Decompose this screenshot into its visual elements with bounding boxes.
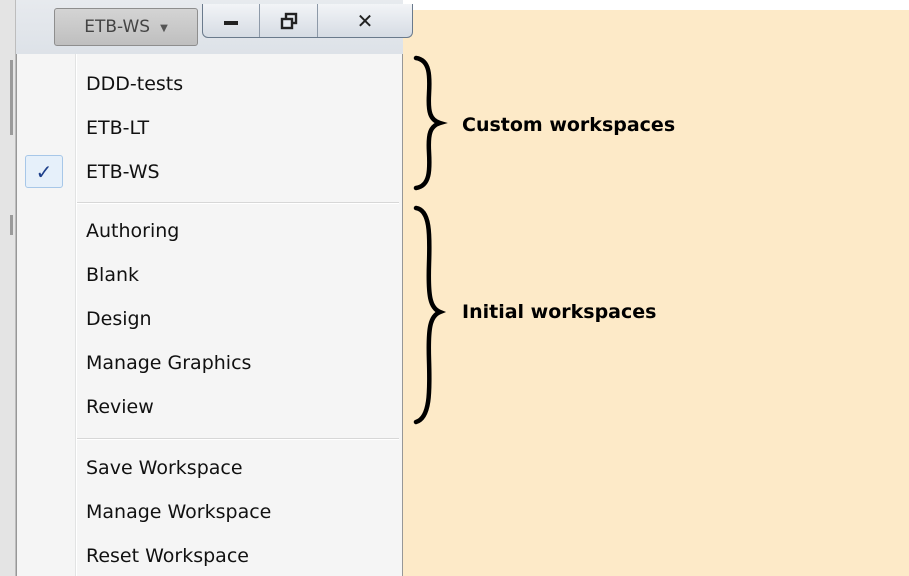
menu-item-etb-lt[interactable]: ETB-LT: [19, 108, 400, 148]
menu-item-label: ETB-WS: [86, 161, 160, 183]
menu-item-reset-workspace[interactable]: Reset Workspace: [19, 536, 400, 576]
menu-item-label: Authoring: [86, 220, 180, 242]
menu-item-etb-ws[interactable]: ✓ ETB-WS: [19, 152, 400, 192]
minimize-icon: [224, 20, 239, 25]
restore-icon: [280, 12, 297, 29]
custom-workspaces-brace-icon: [413, 55, 448, 191]
annotation-background: [403, 10, 909, 576]
menu-item-authoring[interactable]: Authoring: [19, 211, 400, 251]
workspace-switcher-button[interactable]: ETB-WS ▼: [54, 8, 198, 46]
menu-item-design[interactable]: Design: [19, 299, 400, 339]
title-bar: ETB-WS ▼ ✕: [16, 0, 413, 54]
menu-item-label: Design: [86, 308, 152, 330]
menu-item-label: Reset Workspace: [86, 545, 249, 567]
chevron-down-icon: ▼: [160, 23, 168, 34]
menu-item-manage-workspace[interactable]: Manage Workspace: [19, 492, 400, 532]
custom-workspaces-label: Custom workspaces: [462, 114, 676, 136]
menu-item-label: ETB-LT: [86, 117, 150, 139]
menu-item-label: Save Workspace: [86, 457, 243, 479]
initial-workspaces-label: Initial workspaces: [462, 301, 657, 323]
menu-separator-highlight: [77, 203, 399, 204]
restore-button[interactable]: [260, 4, 318, 37]
close-button[interactable]: ✕: [318, 4, 412, 37]
menu-item-blank[interactable]: Blank: [19, 255, 400, 295]
menu-item-ddd-tests[interactable]: DDD-tests: [19, 64, 400, 104]
menu-separator-highlight: [77, 439, 399, 440]
close-icon: ✕: [356, 8, 374, 33]
minimize-button[interactable]: [203, 4, 261, 37]
app-left-strip: [0, 0, 16, 576]
menu-item-label: Review: [86, 396, 154, 418]
menu-item-manage-graphics[interactable]: Manage Graphics: [19, 343, 400, 383]
menu-item-label: Manage Workspace: [86, 501, 272, 523]
app-strip-marker-lower: [10, 215, 13, 235]
workspace-switcher-label: ETB-WS: [84, 17, 151, 37]
menu-item-label: Manage Graphics: [86, 352, 252, 374]
menu-item-label: Blank: [86, 264, 140, 286]
workspace-menu: DDD-tests ETB-LT ✓ ETB-WS Authoring Blan…: [16, 54, 403, 576]
window-controls: ✕: [202, 4, 413, 38]
checkmark-icon: ✓: [25, 155, 63, 188]
menu-item-label: DDD-tests: [86, 73, 184, 95]
screenshot-stage: ETB-WS ▼ ✕ DDD-tests ETB-LT ✓ ETB-WS Aut…: [0, 0, 909, 576]
app-strip-marker: [10, 60, 13, 135]
initial-workspaces-brace-icon: [413, 205, 447, 425]
check-glyph: ✓: [35, 159, 53, 184]
menu-item-review[interactable]: Review: [19, 387, 400, 427]
menu-item-save-workspace[interactable]: Save Workspace: [19, 448, 400, 488]
